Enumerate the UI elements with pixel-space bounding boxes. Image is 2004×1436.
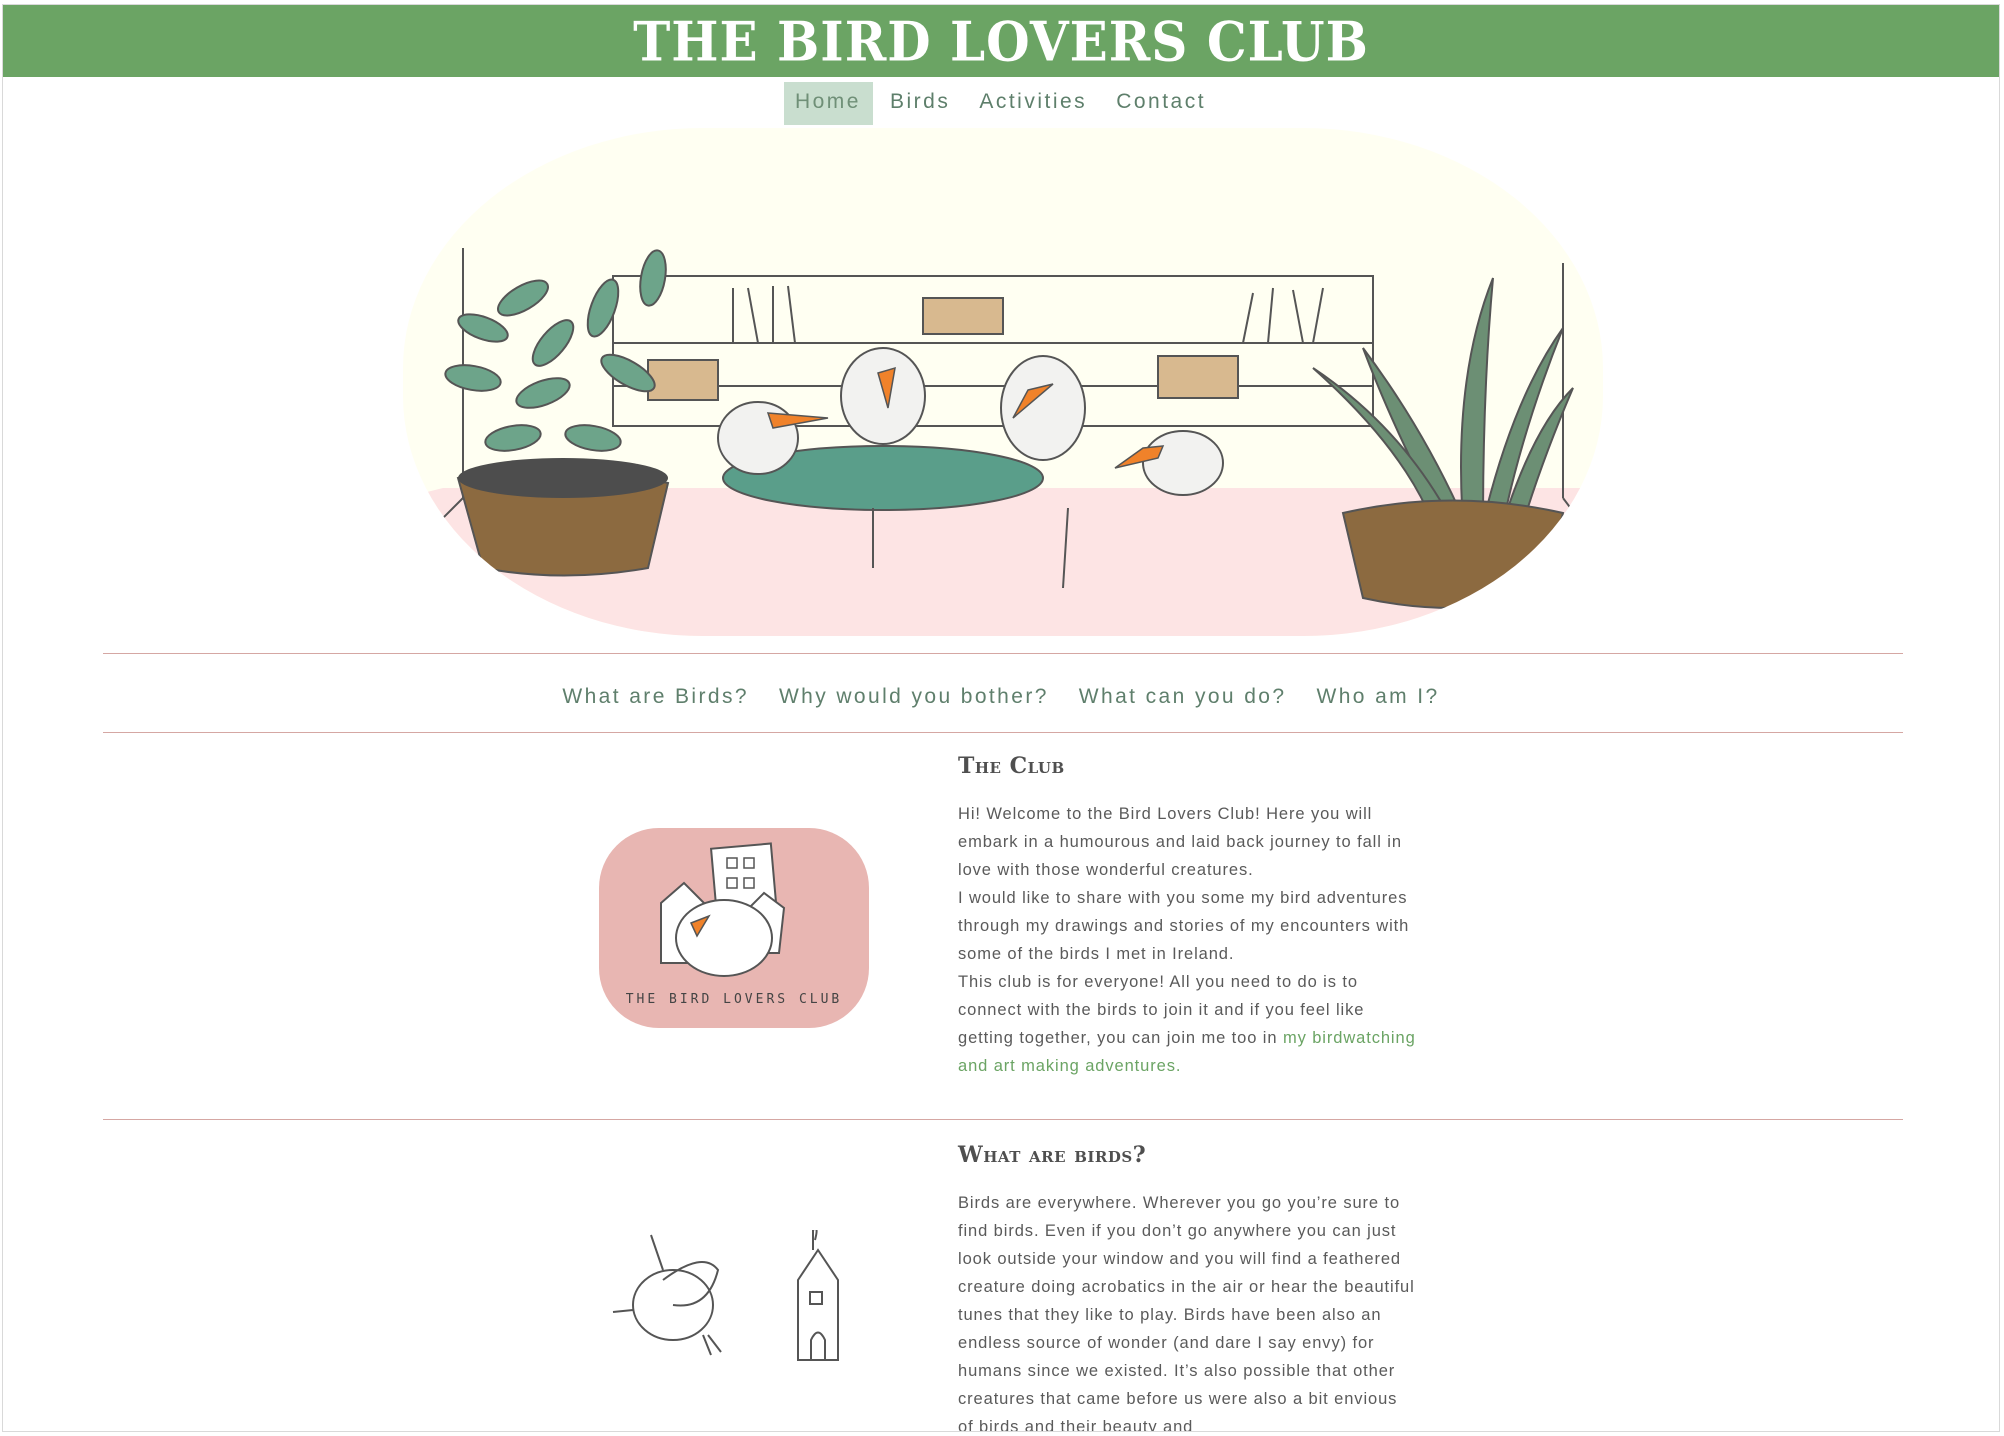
birds-section-title: What are birds? — [958, 1142, 1147, 1168]
nav-item-home[interactable]: Home — [783, 82, 873, 125]
main-nav: Home Birds Activities Contact — [3, 82, 1999, 125]
club-logo: THE BIRD LOVERS CLUB — [626, 842, 843, 1007]
birds-section-text: Birds are everywhere. Wherever you go yo… — [958, 1189, 1418, 1432]
page-frame: THE BIRD LOVERS CLUB Home Birds Activiti… — [2, 4, 2000, 1432]
nav-item-activities[interactable]: Activities — [968, 82, 1099, 125]
divider-top — [103, 653, 1903, 654]
section-nav: What are Birds? Why would you bother? Wh… — [3, 685, 1999, 709]
birds-paragraph-1: Birds are everywhere. Wherever you go yo… — [958, 1194, 1415, 1432]
club-logo-badge: THE BIRD LOVERS CLUB — [599, 828, 869, 1028]
club-paragraph-2: I would like to share with you some my b… — [958, 889, 1410, 963]
bird-and-house-illustration — [612, 1230, 839, 1361]
site-header: THE BIRD LOVERS CLUB — [3, 5, 1999, 77]
club-logo-lettering: THE BIRD LOVERS CLUB — [626, 992, 843, 1007]
divider-mid — [103, 732, 1903, 733]
club-section-text: Hi! Welcome to the Bird Lovers Club! Her… — [958, 800, 1418, 1080]
section-link-who-am-i[interactable]: Who am I? — [1316, 685, 1439, 709]
nav-item-birds[interactable]: Birds — [879, 82, 962, 125]
section-link-what-are-birds[interactable]: What are Birds? — [562, 685, 749, 709]
nav-item-contact[interactable]: Contact — [1105, 82, 1218, 125]
divider-bottom — [103, 1119, 1903, 1120]
section-link-what-can-you-do[interactable]: What can you do? — [1079, 685, 1287, 709]
hero-illustration — [403, 128, 1603, 636]
club-section-title: The Club — [958, 753, 1065, 779]
club-paragraph-1: Hi! Welcome to the Bird Lovers Club! Her… — [958, 805, 1402, 879]
club-paragraph-3: This club is for everyone! All you need … — [958, 968, 1418, 1080]
site-title[interactable]: THE BIRD LOVERS CLUB — [633, 9, 1369, 73]
section-link-why-bother[interactable]: Why would you bother? — [779, 685, 1049, 709]
